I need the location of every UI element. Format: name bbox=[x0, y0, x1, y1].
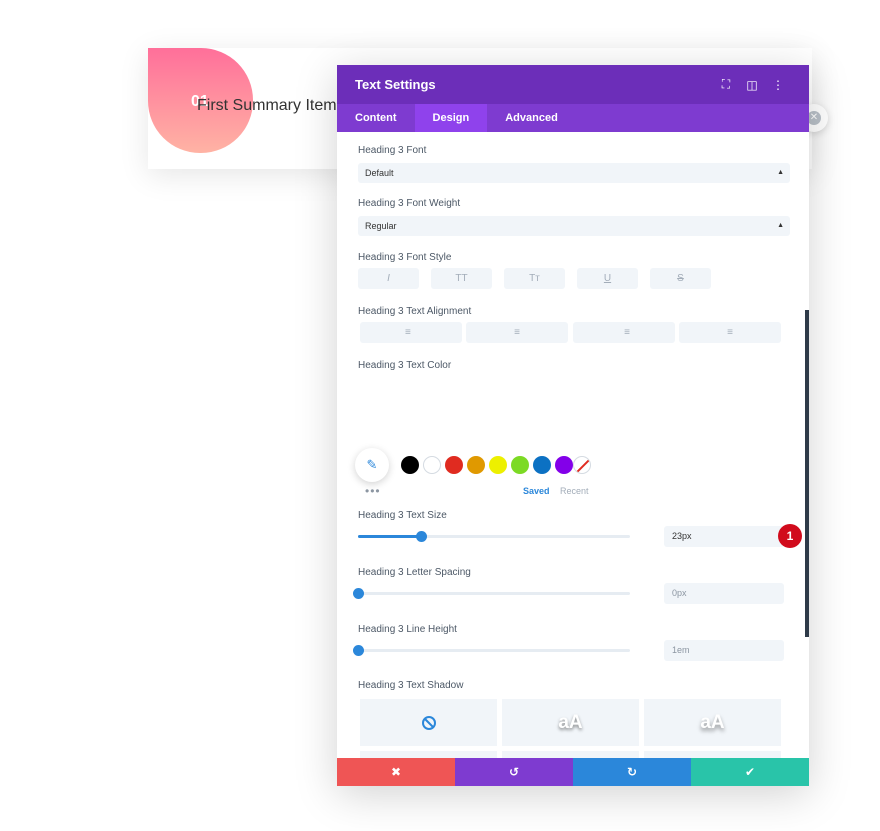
no-shadow-icon bbox=[421, 715, 436, 730]
align-center-button[interactable]: ≡ bbox=[466, 322, 568, 343]
expand-icon[interactable]: ⛶ bbox=[713, 72, 739, 98]
select-arrows-icon: ▲ bbox=[777, 222, 784, 229]
text-settings-modal: Text Settings ⛶ ◫ ⋮ Content Design Advan… bbox=[337, 65, 809, 786]
cancel-button[interactable]: ✖ bbox=[337, 758, 455, 786]
text-size-label: Heading 3 Text Size bbox=[358, 510, 447, 521]
modal-tabs: Content Design Advanced bbox=[337, 104, 809, 132]
shadow-option-1[interactable]: aA bbox=[502, 699, 639, 746]
close-icon: ✕ bbox=[807, 111, 821, 125]
modal-title: Text Settings bbox=[355, 77, 436, 92]
close-icon: ✖ bbox=[390, 765, 402, 779]
line-height-label: Heading 3 Line Height bbox=[358, 624, 457, 635]
save-button[interactable]: ✔ bbox=[691, 758, 809, 786]
font-select-value: Default bbox=[365, 168, 394, 178]
tab-content[interactable]: Content bbox=[337, 104, 415, 132]
text-alignment-label: Heading 3 Text Alignment bbox=[358, 306, 472, 317]
color-swatch-black[interactable] bbox=[401, 456, 419, 474]
select-arrows-icon: ▲ bbox=[777, 169, 784, 176]
underline-button[interactable]: U bbox=[577, 268, 638, 289]
shadow-option-4[interactable]: aA bbox=[502, 751, 639, 758]
eyedropper-button[interactable]: ✎ bbox=[355, 448, 389, 482]
undo-icon: ↺ bbox=[508, 765, 520, 779]
italic-button[interactable]: I bbox=[358, 268, 419, 289]
letter-spacing-input[interactable]: 0px bbox=[664, 583, 784, 604]
color-swatch-purple[interactable] bbox=[555, 456, 573, 474]
shadow-option-2[interactable]: aA bbox=[644, 699, 781, 746]
step-badge: 1 bbox=[778, 524, 802, 548]
text-size-slider[interactable] bbox=[358, 531, 630, 542]
undo-button[interactable]: ↺ bbox=[455, 758, 573, 786]
tab-advanced[interactable]: Advanced bbox=[487, 104, 576, 132]
modal-footer: ✖ ↺ ↻ ✔ bbox=[337, 758, 809, 786]
text-color-label: Heading 3 Text Color bbox=[358, 360, 452, 371]
color-swatch-orange[interactable] bbox=[467, 456, 485, 474]
tab-design[interactable]: Design bbox=[414, 104, 488, 132]
saved-colors-tab[interactable]: Saved bbox=[523, 486, 550, 496]
shadow-option-none[interactable] bbox=[360, 699, 497, 746]
slider-handle[interactable] bbox=[415, 531, 427, 542]
slider-fill bbox=[358, 535, 421, 538]
shadow-option-3[interactable]: aA bbox=[360, 751, 497, 758]
sidebar-icon[interactable]: ◫ bbox=[739, 72, 765, 98]
line-height-input[interactable]: 1em bbox=[664, 640, 784, 661]
font-weight-select[interactable]: Regular ▲ bbox=[358, 216, 790, 236]
font-style-label: Heading 3 Font Style bbox=[358, 252, 452, 263]
redo-button[interactable]: ↻ bbox=[573, 758, 691, 786]
color-swatch-blue[interactable] bbox=[533, 456, 551, 474]
letter-spacing-label: Heading 3 Letter Spacing bbox=[358, 567, 471, 578]
color-swatch-none[interactable] bbox=[573, 456, 591, 474]
scrollbar[interactable] bbox=[805, 310, 809, 637]
color-swatch-white[interactable] bbox=[423, 456, 441, 474]
text-size-input[interactable]: 23px bbox=[664, 526, 784, 547]
recent-colors-tab[interactable]: Recent bbox=[560, 486, 589, 496]
redo-icon: ↻ bbox=[626, 765, 638, 779]
align-right-button[interactable]: ≡ bbox=[573, 322, 675, 343]
check-icon: ✔ bbox=[744, 765, 756, 779]
letter-spacing-slider[interactable] bbox=[353, 588, 630, 599]
modal-header: Text Settings ⛶ ◫ ⋮ bbox=[337, 65, 809, 104]
more-colors-icon[interactable]: ••• bbox=[365, 484, 381, 498]
align-left-button[interactable]: ≡ bbox=[360, 322, 462, 343]
strikethrough-button[interactable]: S bbox=[650, 268, 711, 289]
font-weight-select-value: Regular bbox=[365, 221, 397, 231]
uppercase-button[interactable]: TT bbox=[431, 268, 492, 289]
slider-handle[interactable] bbox=[353, 588, 364, 599]
align-justify-button[interactable]: ≡ bbox=[679, 322, 781, 343]
slider-handle[interactable] bbox=[353, 645, 364, 656]
text-shadow-label: Heading 3 Text Shadow bbox=[358, 680, 464, 691]
card-title[interactable]: First Summary Item bbox=[197, 97, 337, 115]
color-swatch-yellow[interactable] bbox=[489, 456, 507, 474]
font-label: Heading 3 Font bbox=[358, 145, 427, 156]
capitalize-button[interactable]: Tт bbox=[504, 268, 565, 289]
font-weight-label: Heading 3 Font Weight bbox=[358, 198, 461, 209]
eyedropper-icon: ✎ bbox=[366, 457, 378, 472]
font-select[interactable]: Default ▲ bbox=[358, 163, 790, 183]
more-icon[interactable]: ⋮ bbox=[765, 72, 791, 98]
shadow-option-5[interactable]: aA bbox=[644, 751, 781, 758]
line-height-slider[interactable] bbox=[353, 645, 630, 656]
color-swatch-red[interactable] bbox=[445, 456, 463, 474]
modal-body: Heading 3 Font Default ▲ Heading 3 Font … bbox=[337, 132, 809, 758]
color-swatch-green[interactable] bbox=[511, 456, 529, 474]
